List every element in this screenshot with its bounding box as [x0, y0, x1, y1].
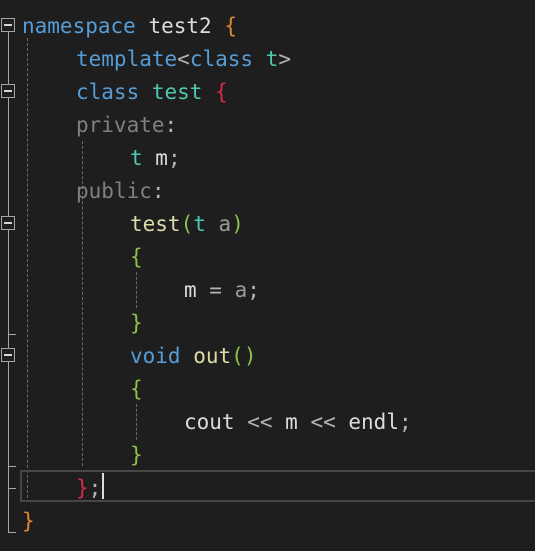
code-token: <<	[297, 410, 349, 434]
code-token: <	[177, 47, 190, 71]
code-token: }	[22, 509, 35, 533]
code-token: t	[265, 47, 279, 71]
code-line-text: class test {	[22, 80, 228, 104]
code-token: m	[285, 410, 298, 434]
code-token: {	[215, 80, 228, 104]
code-token: }	[130, 311, 143, 335]
code-token: }	[130, 443, 143, 467]
code-line-text: {	[22, 377, 143, 401]
code-token: m	[142, 146, 168, 170]
code-line-text: }	[22, 509, 35, 533]
text-cursor	[102, 473, 104, 499]
code-token: test	[151, 80, 203, 104]
code-line[interactable]: {	[0, 240, 535, 273]
code-line-text: test(t a)	[22, 212, 244, 236]
code-token: :	[164, 113, 178, 137]
code-token: public	[76, 179, 152, 203]
code-line-text: cout << m << endl;	[22, 410, 412, 434]
code-line-text: private:	[22, 113, 177, 137]
code-token: m	[184, 278, 197, 302]
code-token: ;	[88, 476, 102, 500]
code-line-text: template<class t>	[22, 47, 291, 71]
code-token: class	[76, 80, 140, 104]
code-token: cout	[184, 410, 235, 434]
code-line-text: t m;	[22, 146, 181, 170]
code-line[interactable]: }	[0, 438, 535, 471]
code-editor[interactable]: namespace test2 {template<class t> class …	[0, 0, 535, 551]
code-token: >	[278, 47, 291, 71]
code-line-text: namespace test2 {	[22, 14, 237, 38]
code-line[interactable]: t m;	[0, 141, 535, 174]
code-line[interactable]: namespace test2 {	[0, 9, 535, 42]
code-line-text: {	[22, 245, 143, 269]
code-line[interactable]: m = a;	[0, 273, 535, 306]
code-line-text: }	[22, 443, 143, 467]
code-token: ;	[167, 146, 181, 170]
code-token: endl	[348, 410, 399, 434]
code-line[interactable]: void out()	[0, 339, 535, 372]
code-token: ()	[231, 344, 257, 368]
code-line[interactable]: class test {	[0, 75, 535, 108]
code-token: out	[193, 344, 232, 368]
code-token: :	[151, 179, 165, 203]
code-token: {	[130, 245, 143, 269]
code-line[interactable]: }	[0, 306, 535, 339]
code-token: a	[205, 212, 232, 236]
code-line[interactable]: private:	[0, 108, 535, 141]
code-token: ;	[398, 410, 412, 434]
code-token: test	[130, 212, 181, 236]
code-token: }	[76, 476, 89, 500]
code-token: (	[180, 212, 194, 236]
code-token: )	[231, 212, 244, 236]
code-line-text: }	[22, 311, 143, 335]
code-line[interactable]: };	[0, 471, 535, 504]
code-token: class	[189, 47, 254, 71]
code-token: namespace	[22, 14, 136, 38]
code-token: template	[76, 47, 178, 71]
code-token: <<	[234, 410, 286, 434]
code-token: a	[234, 278, 248, 302]
code-line[interactable]: {	[0, 372, 535, 405]
code-line[interactable]: template<class t>	[0, 42, 535, 75]
code-line[interactable]: }	[0, 504, 535, 537]
code-line-text: };	[22, 476, 101, 500]
code-token: =	[196, 278, 235, 302]
code-line-text: m = a;	[22, 278, 260, 302]
code-token: t	[193, 212, 206, 236]
code-line[interactable]: public:	[0, 174, 535, 207]
code-token: {	[224, 14, 237, 38]
code-line-text: public:	[22, 179, 165, 203]
code-token: t	[130, 146, 143, 170]
code-token: void	[130, 344, 181, 368]
code-token: private	[76, 113, 165, 137]
code-line[interactable]: test(t a)	[0, 207, 535, 240]
code-line-text: void out()	[22, 344, 256, 368]
code-token: test2	[135, 14, 225, 38]
code-token: {	[130, 377, 143, 401]
code-line[interactable]: cout << m << endl;	[0, 405, 535, 438]
code-token: ;	[247, 278, 260, 302]
